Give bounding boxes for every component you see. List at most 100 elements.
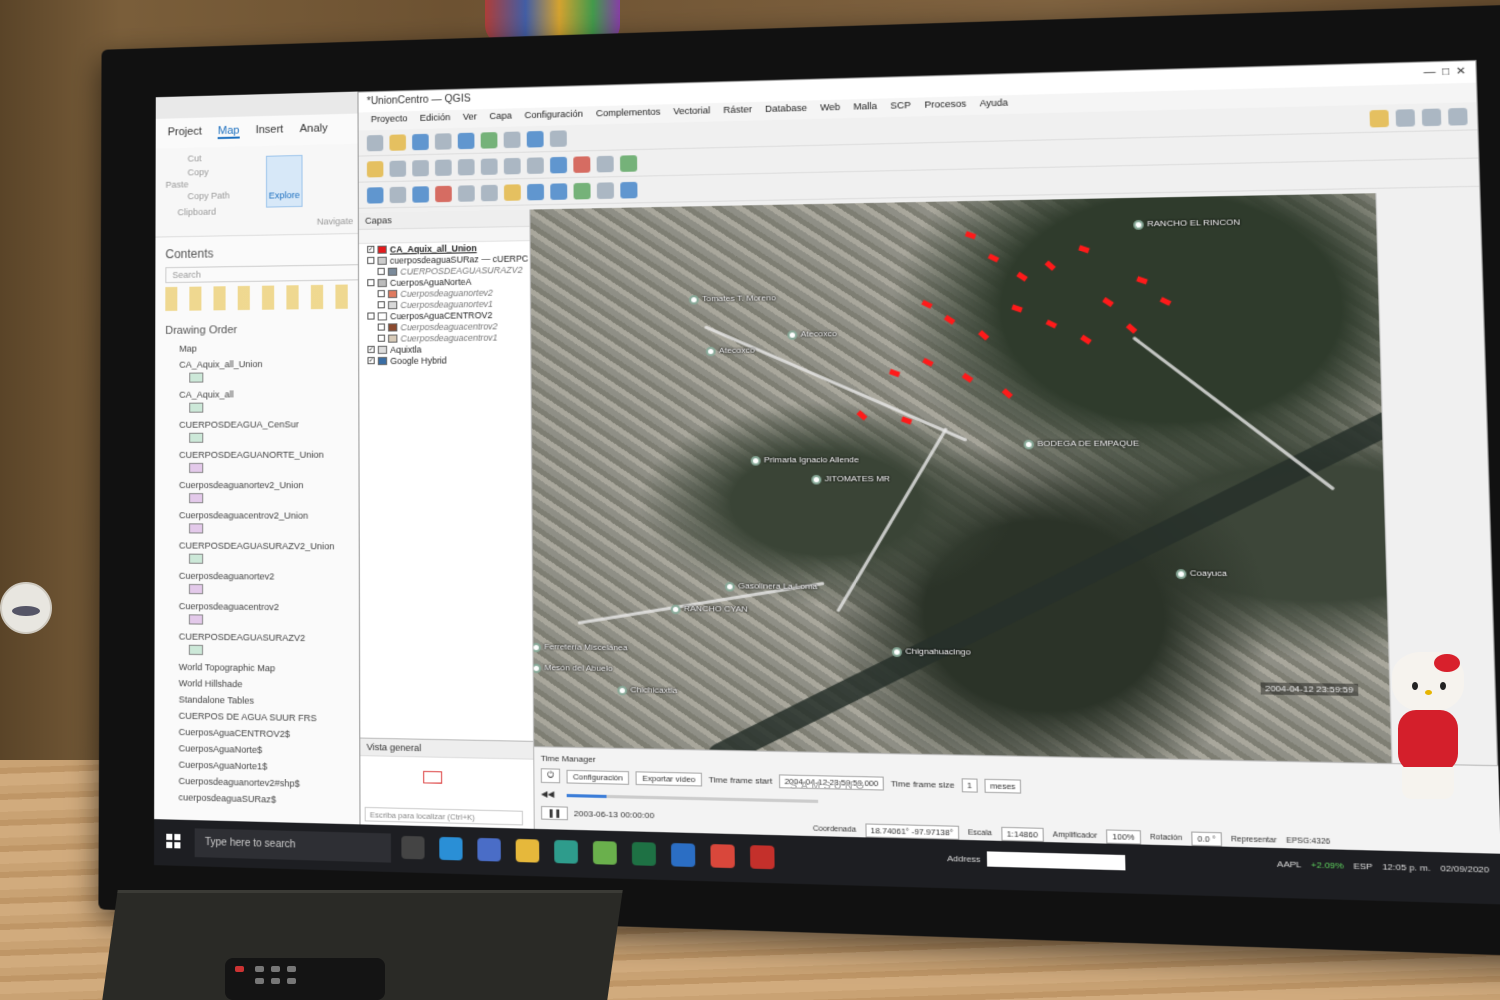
menu-item[interactable]: Capa: [489, 110, 512, 125]
open-folder-icon[interactable]: [389, 133, 406, 151]
crs-button[interactable]: EPSG:4326: [1286, 837, 1330, 846]
windows-start-icon[interactable]: [166, 833, 181, 849]
water-body-polygon[interactable]: [888, 368, 901, 378]
skype-icon[interactable]: [439, 836, 463, 861]
menu-item[interactable]: Complementos: [596, 107, 661, 123]
info-icon[interactable]: [366, 186, 384, 204]
add-feature-icon[interactable]: [389, 160, 407, 177]
overview-extent-rect[interactable]: [423, 770, 443, 784]
qgis-icon[interactable]: [592, 840, 617, 865]
stock-ticker[interactable]: AAPL: [1277, 859, 1302, 870]
menu-item[interactable]: Ver: [463, 111, 477, 125]
zoom-in-icon[interactable]: [1395, 108, 1416, 127]
render-checkbox[interactable]: Representar: [1231, 836, 1277, 845]
layer-visibility-checkbox[interactable]: ✓: [367, 357, 375, 365]
configuration-button[interactable]: Configuración: [566, 769, 630, 785]
water-body-polygon[interactable]: [1078, 245, 1090, 254]
edge-icon[interactable]: [554, 839, 578, 864]
water-body-polygon[interactable]: [978, 330, 990, 341]
water-body-polygon[interactable]: [943, 314, 956, 325]
menu-item[interactable]: Web: [820, 102, 840, 117]
band-set-icon[interactable]: [573, 182, 591, 199]
contents-item[interactable]: Cuerposdeaguanortev2: [155, 568, 374, 586]
save-icon[interactable]: [412, 133, 429, 150]
address-input[interactable]: [987, 851, 1126, 871]
calculator-icon[interactable]: [389, 186, 407, 203]
acrobat-icon[interactable]: [750, 845, 775, 870]
contents-item[interactable]: Cuerposdeaguacentrov2: [155, 598, 374, 616]
menu-item[interactable]: Procesos: [924, 98, 966, 114]
paste-features-icon[interactable]: [480, 157, 498, 175]
contents-item[interactable]: CA_Aquix_all_Union: [155, 355, 373, 373]
copy-features-icon[interactable]: [457, 158, 475, 175]
water-body-polygon[interactable]: [921, 299, 933, 309]
histogram-icon[interactable]: [596, 181, 615, 199]
identify-icon[interactable]: [526, 130, 544, 148]
water-body-polygon[interactable]: [987, 253, 1000, 263]
tooltip-icon[interactable]: [503, 183, 521, 201]
place-pin-icon[interactable]: [724, 581, 735, 592]
label-tool-icon[interactable]: [596, 155, 614, 172]
new-project-icon[interactable]: [366, 134, 384, 151]
water-body-polygon[interactable]: [1080, 334, 1092, 345]
place-pin-icon[interactable]: [670, 604, 681, 615]
water-body-polygon[interactable]: [964, 231, 977, 240]
menu-item[interactable]: Configuración: [525, 109, 584, 125]
locator-search-input[interactable]: Escriba para localizar (Ctrl+K): [364, 806, 524, 826]
file-explorer-icon[interactable]: [515, 838, 540, 863]
place-pin-icon[interactable]: [811, 475, 822, 485]
layer-row[interactable]: ✓ Google Hybrid: [359, 354, 530, 367]
print-layout-icon[interactable]: [434, 132, 452, 150]
water-body-polygon[interactable]: [1001, 388, 1013, 399]
water-body-polygon[interactable]: [1045, 319, 1058, 329]
pan-hand-icon[interactable]: [1369, 109, 1389, 127]
clock-time[interactable]: 12:05 p. m.: [1382, 862, 1431, 873]
taskbar-search-input[interactable]: Type here to search: [194, 828, 391, 863]
water-body-polygon[interactable]: [856, 410, 868, 421]
export-video-button[interactable]: Exportar vídeo: [635, 770, 703, 786]
vertex-tool-icon[interactable]: [412, 159, 429, 176]
scale-field[interactable]: 1:14860: [1000, 826, 1044, 842]
contents-item[interactable]: Cuerposdeaguacentrov2_Union: [155, 507, 373, 524]
window-controls[interactable]: — □ ✕: [1423, 66, 1466, 80]
ruler-icon[interactable]: [480, 184, 498, 201]
pause-button[interactable]: ❚❚: [541, 805, 568, 821]
excel-icon[interactable]: [631, 841, 656, 866]
gear-icon[interactable]: [412, 185, 429, 203]
menu-item[interactable]: Ayuda: [979, 97, 1008, 112]
arcgis-icon[interactable]: [671, 843, 696, 868]
time-frame-unit-select[interactable]: meses: [984, 778, 1022, 794]
database-icon[interactable]: [550, 156, 568, 173]
attribute-table-icon[interactable]: [503, 130, 521, 148]
water-body-polygon[interactable]: [1011, 304, 1023, 313]
layer-visibility-checkbox[interactable]: [377, 323, 385, 331]
map-canvas[interactable]: RANCHO EL RINCON Tomates T. Moreno Atecoxc…: [530, 192, 1409, 764]
place-pin-icon[interactable]: [787, 330, 798, 340]
select-feature-icon[interactable]: [457, 132, 475, 149]
power-toggle-button[interactable]: ⏻: [540, 768, 561, 784]
menu-item[interactable]: Edición: [420, 112, 451, 127]
menu-item[interactable]: Proyecto: [371, 113, 408, 128]
clock-date[interactable]: 02/09/2020: [1440, 863, 1489, 874]
task-view-icon[interactable]: [401, 835, 425, 860]
water-body-polygon[interactable]: [1016, 271, 1028, 282]
layer-visibility-checkbox[interactable]: ✓: [367, 345, 375, 354]
water-body-polygon[interactable]: [1125, 323, 1138, 334]
layer-visibility-checkbox[interactable]: [367, 312, 375, 320]
layer-visibility-checkbox[interactable]: [367, 256, 375, 265]
contents-item[interactable]: Map: [155, 339, 372, 357]
explore-button[interactable]: Explore: [265, 154, 303, 208]
python-icon[interactable]: [527, 183, 545, 200]
contents-item[interactable]: CUERPOSDEAGUASURAZV2: [155, 628, 374, 647]
sum-icon[interactable]: [435, 185, 452, 202]
language-indicator[interactable]: ESP: [1353, 861, 1373, 872]
water-body-polygon[interactable]: [961, 372, 974, 383]
menu-item[interactable]: SCP: [890, 100, 911, 115]
place-pin-icon[interactable]: [689, 295, 699, 305]
zoom-full-icon[interactable]: [1447, 107, 1468, 126]
layer-visibility-checkbox[interactable]: [377, 301, 385, 309]
scp-icon[interactable]: [550, 182, 568, 200]
processing-icon[interactable]: [620, 154, 638, 172]
zoom-out-icon[interactable]: [1421, 107, 1442, 126]
place-pin-icon[interactable]: [1023, 439, 1034, 450]
